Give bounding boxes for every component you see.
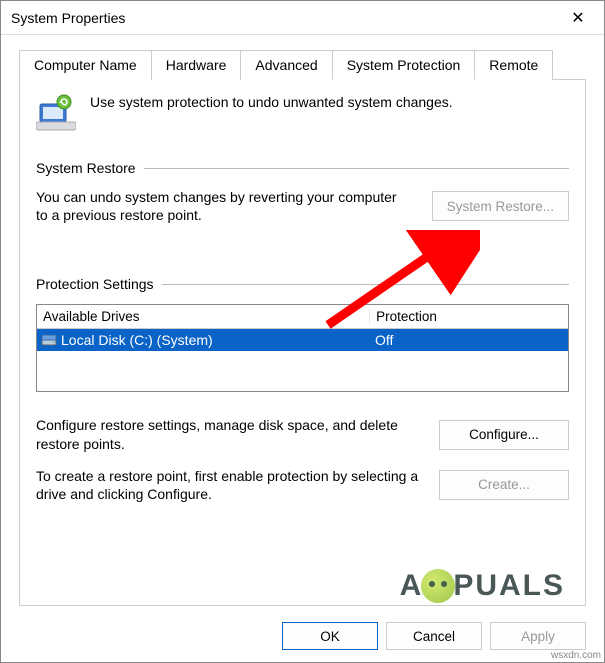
tab-panel-system-protection: Use system protection to undo unwanted s… — [19, 80, 586, 606]
section-system-restore: System Restore — [36, 160, 569, 176]
system-restore-row: You can undo system changes by reverting… — [36, 188, 569, 224]
dialog-footer: OK Cancel Apply — [1, 614, 604, 662]
window-title: System Properties — [11, 10, 125, 26]
divider — [144, 168, 569, 169]
column-available-drives[interactable]: Available Drives — [37, 309, 370, 324]
watermark-url: wsxdn.com — [551, 650, 601, 661]
system-restore-button[interactable]: System Restore... — [432, 191, 569, 221]
configure-description: Configure restore settings, manage disk … — [36, 416, 419, 452]
configure-row: Configure restore settings, manage disk … — [36, 416, 569, 452]
intro-text: Use system protection to undo unwanted s… — [90, 94, 453, 110]
ok-button[interactable]: OK — [282, 622, 378, 650]
cancel-button[interactable]: Cancel — [386, 622, 482, 650]
system-properties-window: System Properties ✕ Computer Name Hardwa… — [0, 0, 605, 663]
system-protection-icon — [36, 94, 76, 134]
drives-body: Local Disk (C:) (System) Off — [37, 329, 568, 391]
watermark-logo: A PUALS — [400, 569, 565, 603]
configure-button[interactable]: Configure... — [439, 420, 569, 450]
create-button[interactable]: Create... — [439, 470, 569, 500]
tab-remote[interactable]: Remote — [474, 50, 553, 80]
system-restore-heading: System Restore — [36, 160, 136, 176]
tab-computer-name[interactable]: Computer Name — [19, 50, 152, 80]
tab-system-protection[interactable]: System Protection — [332, 50, 476, 80]
system-restore-description: You can undo system changes by reverting… — [36, 188, 412, 224]
close-icon: ✕ — [571, 8, 584, 28]
drive-row[interactable]: Local Disk (C:) (System) Off — [37, 329, 568, 351]
close-button[interactable]: ✕ — [556, 3, 600, 33]
section-protection-settings: Protection Settings — [36, 276, 569, 292]
watermark-text: PUALS — [453, 569, 565, 603]
create-description: To create a restore point, first enable … — [36, 467, 419, 503]
titlebar: System Properties ✕ — [1, 1, 604, 35]
dialog-content: Computer Name Hardware Advanced System P… — [1, 35, 604, 614]
drive-name: Local Disk (C:) (System) — [61, 332, 213, 348]
drive-icon — [41, 333, 57, 347]
divider — [162, 284, 569, 285]
drives-table: Available Drives Protection — [36, 304, 569, 392]
intro-row: Use system protection to undo unwanted s… — [36, 94, 569, 134]
tab-strip: Computer Name Hardware Advanced System P… — [19, 49, 586, 80]
column-protection[interactable]: Protection — [370, 309, 568, 324]
drive-protection-status: Off — [369, 332, 568, 348]
protection-settings-heading: Protection Settings — [36, 276, 154, 292]
tab-hardware[interactable]: Hardware — [151, 50, 242, 80]
watermark-letter-a: A — [400, 569, 424, 603]
tab-advanced[interactable]: Advanced — [240, 50, 332, 80]
drives-header: Available Drives Protection — [37, 305, 568, 329]
watermark-face-icon — [421, 569, 455, 603]
create-row: To create a restore point, first enable … — [36, 467, 569, 503]
apply-button[interactable]: Apply — [490, 622, 586, 650]
